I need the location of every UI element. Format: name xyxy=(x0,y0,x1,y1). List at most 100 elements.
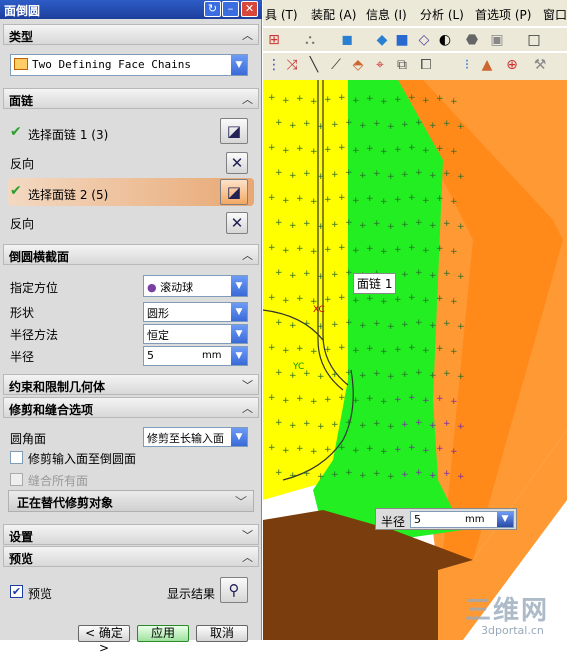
chevron-down-icon[interactable]: ▼ xyxy=(231,276,247,296)
minimize-icon[interactable]: – xyxy=(222,1,239,17)
radius-onscreen-box[interactable]: 半径 5 mm ▼ xyxy=(375,508,517,530)
cross-marker: + xyxy=(429,321,437,331)
pyramid-icon[interactable]: ▲ xyxy=(478,56,496,74)
snap-point-icon[interactable]: ⁝ xyxy=(458,56,476,74)
section-type-header[interactable]: 类型 ︿ xyxy=(3,24,259,45)
copy-icon[interactable]: ⧠ xyxy=(417,56,435,74)
dimension-icon[interactable]: ⋮ xyxy=(265,56,283,74)
shaded-cube-icon[interactable]: ⬣ xyxy=(463,31,481,49)
cross-marker: + xyxy=(345,118,353,128)
cross-marker: + xyxy=(415,268,423,278)
radius-onscreen-input[interactable]: 5 mm ▼ xyxy=(410,511,514,528)
snap-icon[interactable]: ⊞ xyxy=(265,31,283,49)
chevron-down-icon[interactable]: ▼ xyxy=(231,55,247,75)
section-chain-header[interactable]: 面链 ︿ xyxy=(3,88,259,109)
orientation-dropdown[interactable]: ● 滚动球 ▼ xyxy=(143,275,248,297)
menu-assembly[interactable]: 装配 (A) xyxy=(311,6,356,23)
select-face-icon[interactable]: ◪ xyxy=(220,118,248,144)
cross-marker: + xyxy=(380,147,388,157)
reverse-direction-icon[interactable]: ✕ xyxy=(226,212,248,234)
chevron-down-icon: ﹀ xyxy=(242,529,253,542)
cross-marker: + xyxy=(373,169,381,179)
chevron-down-icon[interactable]: ▼ xyxy=(231,303,247,321)
cube-shaded-icon[interactable]: ◆ xyxy=(373,31,391,49)
cross-marker: + xyxy=(422,396,430,406)
preview-checkbox[interactable]: ✔ xyxy=(10,585,23,598)
cross-marker: + xyxy=(408,293,416,303)
chevron-up-icon: ︿ xyxy=(242,29,253,42)
magnifier-icon[interactable]: ⚲ xyxy=(220,577,248,603)
apply-button[interactable]: 应用 xyxy=(137,625,189,642)
curve-icon[interactable]: ╲ xyxy=(305,56,323,74)
graphics-viewport[interactable]: + + + + + + + + + + + + + + + + + + + + + + + + + + + + + + + + + + + + + + + +… xyxy=(263,80,567,640)
close-icon[interactable]: ✕ xyxy=(241,1,258,17)
chevron-down-icon[interactable]: ▼ xyxy=(231,428,247,446)
cross-marker: + xyxy=(422,246,430,256)
cross-marker: + xyxy=(303,469,311,479)
chevron-down-icon[interactable]: ▼ xyxy=(231,325,247,343)
fillet-face-dropdown[interactable]: 修剪至长输入面 ▼ xyxy=(143,427,248,447)
menu-window[interactable]: 窗口 xyxy=(543,6,567,23)
menu-info[interactable]: 信息 (I) xyxy=(366,6,407,23)
menu-preferences[interactable]: 首选项 (P) xyxy=(475,6,531,23)
wireframe-icon[interactable]: ◇ xyxy=(415,31,433,49)
type-dropdown[interactable]: Two Defining Face Chains ▼ xyxy=(10,54,248,76)
cross-marker: + xyxy=(338,293,346,303)
cross-marker: + xyxy=(429,121,437,131)
cross-marker: + xyxy=(415,418,423,428)
cross-marker: + xyxy=(317,322,325,332)
select-chain2-label[interactable]: 选择面链 2 (5) xyxy=(28,186,108,203)
dialog-titlebar[interactable]: 面倒圆 ↻ – ✕ xyxy=(0,0,262,19)
render-style-icon[interactable]: ◐ xyxy=(436,31,454,49)
reset-icon[interactable]: ↻ xyxy=(204,1,221,17)
menu-analysis[interactable]: 分析 (L) xyxy=(420,6,464,23)
section-cross-header[interactable]: 倒圆横截面 ︿ xyxy=(3,244,259,265)
reverse-direction-icon[interactable]: ✕ xyxy=(226,152,248,174)
background-icon[interactable]: □ xyxy=(525,31,543,49)
line-icon[interactable]: ⟋ xyxy=(327,56,345,74)
show-result-label: 显示结果 xyxy=(167,587,216,601)
cube-icon[interactable]: ◼ xyxy=(338,31,356,49)
ok-button[interactable]: < 确定 > xyxy=(78,625,130,655)
model-view[interactable]: + + + + + + + + + + + + + + + + + + + + + + + + + + + + + + + + + + + + + + + +… xyxy=(263,80,567,640)
section-preview-header[interactable]: 预览 ︿ xyxy=(3,546,259,567)
cross-marker: + xyxy=(310,97,318,107)
chevron-down-icon[interactable]: ▼ xyxy=(497,512,513,527)
sew-all-checkbox[interactable] xyxy=(10,473,23,486)
section-constraints-header[interactable]: 约束和限制几何体 ﹀ xyxy=(3,374,259,395)
chevron-down-icon[interactable]: ▼ xyxy=(231,347,247,365)
shape-dropdown[interactable]: 圆形 ▼ xyxy=(143,302,248,322)
cross-marker: + xyxy=(436,194,444,204)
layer-icon[interactable]: ⧉ xyxy=(393,56,411,74)
preview-label: 预览 xyxy=(28,587,53,601)
cross-marker: + xyxy=(443,369,451,379)
cross-marker: + xyxy=(443,269,451,279)
section-trim-header[interactable]: 修剪和缝合选项 ︿ xyxy=(3,397,259,418)
radius-method-dropdown[interactable]: 恒定 ▼ xyxy=(143,324,248,344)
radius-input[interactable]: 5 mm ▼ xyxy=(143,346,248,366)
trim-input-checkbox[interactable] xyxy=(10,451,23,464)
cross-marker: + xyxy=(387,472,395,482)
cross-marker: + xyxy=(352,446,360,456)
section-icon[interactable]: ⤨ xyxy=(283,56,301,74)
cross-marker: + xyxy=(296,344,304,354)
section-settings-header[interactable]: 设置 ﹀ xyxy=(3,524,259,545)
cross-marker: + xyxy=(366,244,374,254)
select-face-icon[interactable]: ◪ xyxy=(220,179,248,205)
axis-xc-label: XC xyxy=(313,305,325,315)
sweep-icon[interactable]: ⛬ xyxy=(301,31,319,49)
axis-icon[interactable]: ⊕ xyxy=(503,56,521,74)
cancel-button[interactable]: 取消 xyxy=(196,625,248,642)
cube-solid-icon[interactable]: ■ xyxy=(393,31,411,49)
cross-marker: + xyxy=(331,170,339,180)
cross-marker: + xyxy=(338,243,346,253)
measure-icon[interactable]: ⌖ xyxy=(371,56,389,74)
hidden-cube-icon[interactable]: ▣ xyxy=(488,31,506,49)
cross-marker: + xyxy=(415,468,423,478)
analyze-icon[interactable]: ⬘ xyxy=(349,56,367,74)
radius-label: 半径 xyxy=(10,350,35,364)
select-chain1-label[interactable]: 选择面链 1 (3) xyxy=(28,126,108,143)
override-trim-subsection[interactable]: 正在替代修剪对象 ﹀ xyxy=(8,490,254,512)
menu-tools[interactable]: 具 (T) xyxy=(265,6,298,23)
wrench-icon[interactable]: ⚒ xyxy=(531,56,549,74)
